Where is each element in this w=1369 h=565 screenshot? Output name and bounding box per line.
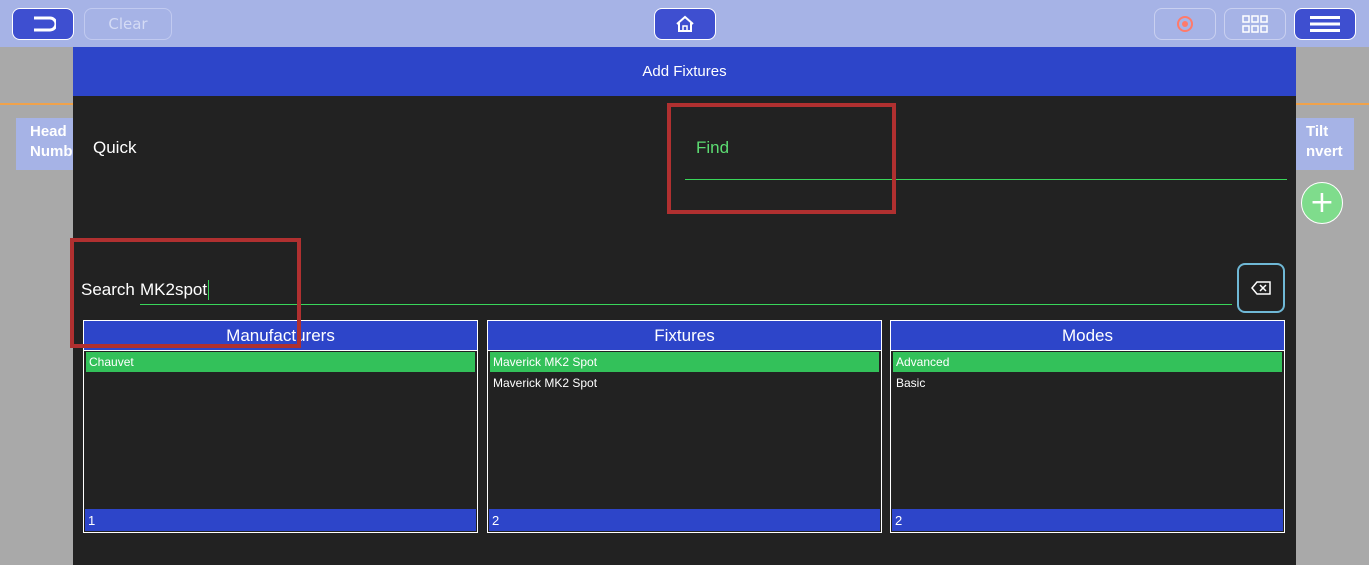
home-button[interactable] — [654, 8, 716, 40]
list-item[interactable]: Maverick MK2 Spot — [490, 352, 879, 372]
fixtures-count: 2 — [489, 509, 880, 531]
search-input-underline — [140, 304, 1232, 305]
find-tab-underline — [685, 179, 1287, 180]
top-toolbar: Clear — [0, 0, 1369, 47]
menu-button[interactable] — [1294, 8, 1356, 40]
list-item[interactable]: Advanced — [893, 352, 1282, 372]
grid-icon — [1242, 15, 1268, 33]
column-head-line-1: Head — [30, 123, 67, 140]
list-item[interactable]: Basic — [893, 373, 1282, 393]
manufacturers-count: 1 — [85, 509, 476, 531]
clear-button-label: Clear — [108, 15, 148, 33]
dialog-title-bar: Add Fixtures — [73, 47, 1296, 96]
plus-icon: + — [1309, 185, 1335, 220]
dialog-title: Add Fixtures — [642, 63, 727, 80]
manufacturers-list: Chauvet — [84, 351, 477, 374]
column-tilt-line-1: Tilt — [1306, 123, 1329, 140]
record-icon — [1177, 16, 1193, 32]
fixtures-list: Maverick MK2 Spot Maverick MK2 Spot — [488, 351, 881, 395]
home-icon — [676, 15, 694, 32]
list-item[interactable]: Chauvet — [86, 352, 475, 372]
find-tab[interactable]: Find — [696, 138, 729, 158]
hamburger-menu-icon — [1310, 16, 1340, 32]
record-button[interactable] — [1154, 8, 1216, 40]
fixtures-panel: Fixtures Maverick MK2 Spot Maverick MK2 … — [487, 320, 882, 533]
quick-tab[interactable]: Quick — [93, 138, 136, 158]
fixtures-header: Fixtures — [488, 321, 881, 351]
list-item[interactable]: Maverick MK2 Spot — [490, 373, 879, 393]
add-fixture-button[interactable]: + — [1301, 182, 1343, 224]
search-input[interactable]: MK2spot — [140, 280, 210, 300]
clear-button[interactable]: Clear — [84, 8, 172, 40]
background-column-tilt-invert: Tilt nvert — [1296, 118, 1354, 170]
background-column-head-number: Head Numb — [16, 118, 78, 170]
grid-view-button[interactable] — [1224, 8, 1286, 40]
undo-arrow-icon — [34, 16, 56, 32]
manufacturers-panel: Manufacturers Chauvet 1 — [83, 320, 478, 533]
back-button[interactable] — [12, 8, 74, 40]
column-head-line-2: Numb — [30, 143, 73, 160]
add-fixtures-dialog: Add Fixtures Quick Find Search MK2spot M… — [73, 47, 1296, 565]
clear-search-button[interactable] — [1237, 263, 1285, 313]
backspace-icon — [1251, 281, 1271, 295]
modes-count: 2 — [892, 509, 1283, 531]
manufacturers-header: Manufacturers — [84, 321, 477, 351]
modes-panel: Modes Advanced Basic 2 — [890, 320, 1285, 533]
modes-header: Modes — [891, 321, 1284, 351]
column-tilt-line-2: nvert — [1306, 143, 1343, 160]
modes-list: Advanced Basic — [891, 351, 1284, 395]
search-label: Search — [81, 280, 135, 299]
